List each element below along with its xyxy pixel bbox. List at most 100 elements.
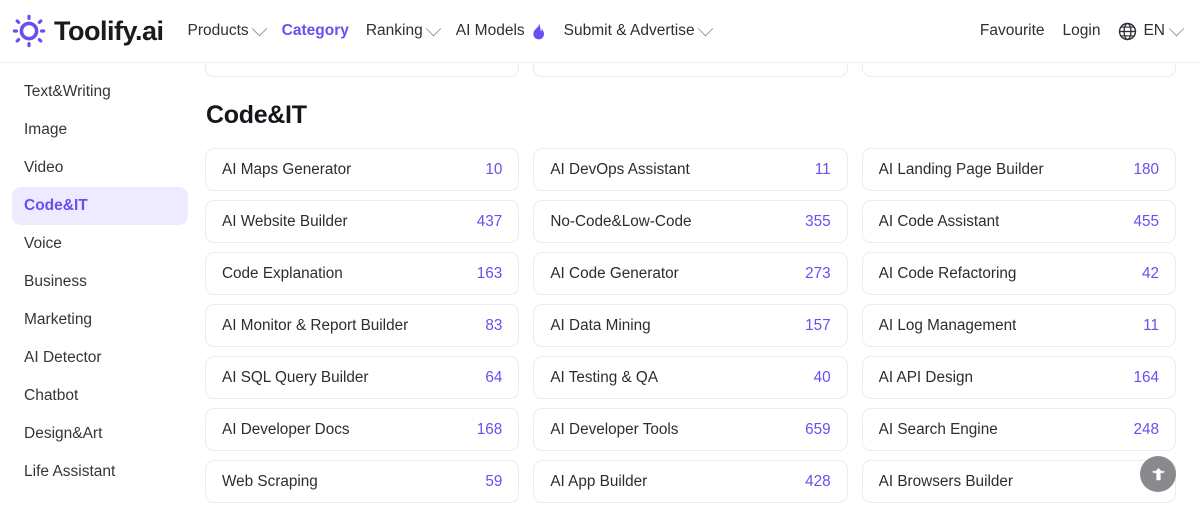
sidebar-item-business[interactable]: Business (12, 263, 188, 301)
nav-label-products: Products (187, 22, 249, 39)
sidebar-label: Marketing (24, 311, 93, 328)
sidebar-label: Video (24, 159, 64, 176)
card-count: 64 (485, 368, 503, 386)
sidebar-item-chatbot[interactable]: Chatbot (12, 377, 188, 415)
nav-label-submit-advertise: Submit & Advertise (563, 22, 695, 39)
category-card[interactable]: AI DevOps Assistant 11 (533, 148, 848, 191)
category-card[interactable]: AI Landing Page Builder 180 (861, 148, 1176, 191)
sidebar-item-ai-detector[interactable]: AI Detector (12, 339, 188, 377)
brand-logo[interactable]: Toolify.ai (12, 14, 164, 48)
category-card[interactable]: AI SQL Query Builder 64 (205, 356, 520, 399)
category-card[interactable]: AI Developer Tools 659 (533, 408, 848, 451)
nav-label-ai-models: AI Models (455, 22, 525, 39)
card-label: AI Code Generator (550, 264, 679, 282)
card-count: 168 (476, 420, 503, 438)
category-card[interactable]: AI Maps Generator 10 (205, 148, 520, 191)
sidebar-label: Life Assistant (24, 463, 116, 480)
category-card[interactable]: AI Testing & QA 40 (533, 356, 848, 399)
partial-card (205, 63, 520, 77)
chevron-down-icon (425, 20, 442, 36)
partial-card (861, 63, 1176, 77)
main-navigation: Products Category Ranking AI Models Subm… (187, 20, 980, 40)
card-label: AI App Builder (550, 472, 648, 490)
brand-name: Toolify.ai (54, 15, 164, 46)
nav-item-ai-models[interactable]: AI Models (456, 22, 547, 40)
previous-section-card-row-partial (205, 63, 1176, 77)
sidebar-item-life-assistant[interactable]: Life Assistant (12, 453, 188, 491)
category-card[interactable]: AI API Design 164 (861, 356, 1176, 399)
card-count: 163 (476, 264, 503, 282)
card-count: 83 (485, 316, 503, 334)
sidebar-item-text-writing[interactable]: Text&Writing (12, 73, 188, 111)
sidebar-label: Image (24, 121, 68, 138)
category-card-grid: AI Maps Generator 10 AI DevOps Assistant 1… (205, 148, 1176, 503)
site-header: Toolify.ai Products Category Ranking AI … (0, 0, 1200, 63)
flame-icon (530, 22, 547, 40)
page-title: Code&IT (206, 101, 307, 129)
category-card[interactable]: AI App Builder 428 (533, 460, 848, 503)
card-count: 11 (814, 160, 831, 178)
card-count: 180 (1133, 160, 1159, 178)
card-label: AI Developer Tools (550, 420, 679, 438)
card-count: 455 (1133, 212, 1159, 230)
category-card[interactable]: AI Code Refactoring 42 (861, 252, 1176, 295)
sidebar-item-voice[interactable]: Voice (12, 225, 188, 263)
sidebar-label: Code&IT (24, 197, 88, 214)
login-link[interactable]: Login (1063, 22, 1101, 40)
partial-card (533, 63, 848, 77)
category-card[interactable]: Code Explanation 163 (205, 252, 520, 295)
sidebar-item-design-art[interactable]: Design&Art (12, 415, 188, 453)
category-card[interactable]: AI Code Assistant 455 (861, 200, 1176, 243)
category-main-content: Code&IT AI Maps Generator 10 AI DevOps As… (196, 63, 1200, 517)
sidebar-item-video[interactable]: Video (12, 149, 188, 187)
chevron-down-icon (251, 20, 267, 36)
scroll-to-top-icon (1149, 465, 1168, 484)
category-card[interactable]: AI Website Builder 437 (205, 200, 520, 243)
sidebar-label: Voice (24, 235, 62, 252)
sidebar-item-code-it[interactable]: Code&IT (12, 187, 188, 225)
sidebar-item-image[interactable]: Image (12, 111, 188, 149)
category-card[interactable]: Web Scraping 59 (205, 460, 520, 503)
category-card[interactable]: AI Log Management 11 (861, 304, 1176, 347)
category-card[interactable]: AI Code Generator 273 (533, 252, 848, 295)
category-card[interactable]: AI Browsers Builder (861, 460, 1176, 503)
card-label: AI Code Refactoring (878, 264, 1017, 282)
card-label: AI Testing & QA (550, 368, 659, 386)
card-count: 273 (805, 264, 831, 282)
card-label: AI Developer Docs (222, 420, 350, 438)
language-label: EN (1143, 22, 1165, 39)
chevron-down-icon (697, 20, 713, 36)
scroll-to-top-button[interactable] (1140, 456, 1176, 492)
nav-item-products[interactable]: Products (187, 20, 267, 40)
card-label: AI Maps Generator (222, 160, 352, 178)
sidebar-item-marketing[interactable]: Marketing (12, 301, 188, 339)
nav-label-ranking: Ranking (365, 22, 423, 39)
card-label: AI Landing Page Builder (878, 160, 1044, 178)
nav-label-category: Category (281, 22, 349, 39)
card-label: AI API Design (878, 368, 974, 386)
card-count: 40 (813, 368, 831, 386)
card-count: 157 (805, 316, 831, 334)
card-count: 248 (1133, 420, 1159, 438)
card-count: 59 (485, 472, 503, 490)
header-right-actions: Favourite Login EN (980, 20, 1185, 41)
category-card[interactable]: AI Data Mining 157 (533, 304, 848, 347)
nav-item-submit-advertise[interactable]: Submit & Advertise (563, 20, 713, 40)
card-label: AI DevOps Assistant (550, 160, 690, 178)
favourite-link[interactable]: Favourite (980, 22, 1045, 40)
category-card[interactable]: No-Code&Low-Code 355 (533, 200, 848, 243)
nav-item-ranking[interactable]: Ranking (365, 20, 442, 40)
category-card[interactable]: AI Search Engine 248 (861, 408, 1176, 451)
card-label: AI Browsers Builder (878, 472, 1013, 490)
nav-item-category[interactable]: Category (282, 22, 349, 40)
language-selector[interactable]: EN (1118, 20, 1185, 41)
card-label: AI Search Engine (878, 420, 998, 438)
card-label: AI Code Assistant (878, 212, 1000, 230)
card-count: 164 (1133, 368, 1159, 386)
card-label: AI SQL Query Builder (222, 368, 369, 386)
category-card[interactable]: AI Monitor & Report Builder 83 (205, 304, 520, 347)
card-label: Web Scraping (222, 472, 318, 490)
card-count: 428 (805, 472, 831, 490)
category-card[interactable]: AI Developer Docs 168 (205, 408, 520, 451)
card-label: AI Log Management (878, 316, 1017, 334)
